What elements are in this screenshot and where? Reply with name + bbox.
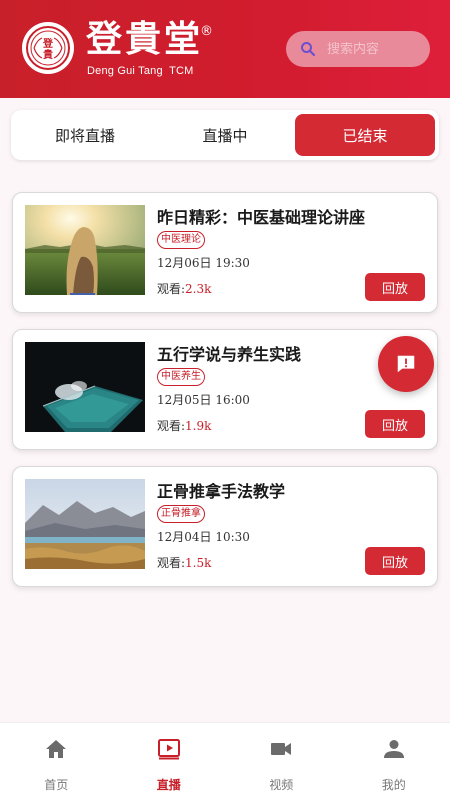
card-thumbnail[interactable] [25,205,145,295]
nav-video-label: 视频 [269,778,294,792]
card-title: 正骨推拿手法教学 [157,482,286,501]
nav-home-label: 首页 [44,778,69,792]
card-thumbnail[interactable] [25,479,145,569]
category-tag: 中医理论 [157,231,205,249]
replay-card[interactable]: 正骨推拿手法教学 正骨推拿 12月04日 10:30 观看:1.5k 回放 [12,466,438,587]
svg-text:登: 登 [42,37,54,50]
nav-home[interactable]: 首页 [0,723,113,800]
card-thumbnail[interactable] [25,342,145,432]
svg-text:貴: 貴 [43,48,53,61]
view-count: 观看:2.3k [157,280,211,297]
nav-profile[interactable]: 我的 [338,723,450,800]
live-status-tabs: 即将直播 直播中 已结束 [11,110,439,160]
app-root: 登 貴 登貴堂 ® Deng Gui Tang TCM 即将直播 直播中 已结束 [0,0,450,800]
view-count-value: 1.5k [185,556,212,570]
feedback-icon [397,355,415,373]
mountain-lake-photo [25,479,145,569]
broadcast-time: 12月05日 16:00 [157,393,250,407]
view-count-label: 观看: [157,282,186,296]
tab-live-now[interactable]: 直播中 [155,114,295,156]
card-title: 昨日精彩：中医基础理论讲座 [157,208,366,227]
live-play-icon [157,739,180,760]
search-box[interactable] [286,31,430,67]
replay-card[interactable]: 昨日精彩：中医基础理论讲座 中医理论 12月06日 19:30 观看:2.3k … [12,192,438,313]
view-count: 观看:1.5k [157,554,211,571]
replay-button[interactable]: 回放 [365,273,425,301]
logo-seal-icon: 登 貴 [30,30,66,66]
brand-english-name: Deng Gui Tang TCM [87,65,194,77]
search-icon [301,42,316,57]
brand-name: 登貴堂 [86,18,204,60]
app-header: 登 貴 登貴堂 ® Deng Gui Tang TCM [0,0,450,98]
nav-profile-label: 我的 [381,778,406,792]
nav-live-label: 直播 [156,778,181,792]
category-tag: 正骨推拿 [157,505,205,523]
feedback-fab[interactable] [378,336,434,392]
view-count-value: 1.9k [185,419,212,433]
search-input[interactable] [327,41,417,57]
view-count-label: 观看: [157,419,186,433]
category-tag: 中医养生 [157,368,205,386]
replay-button[interactable]: 回放 [365,547,425,575]
home-icon [46,740,67,758]
bottom-navigation: 首页 直播 视频 我的 [0,722,450,800]
nav-video[interactable]: 视频 [225,723,338,800]
replay-button[interactable]: 回放 [365,410,425,438]
replay-card[interactable]: 五行学说与养生实践 中医养生 12月05日 16:00 观看:1.9k 回放 [12,329,438,450]
video-camera-icon [271,743,292,755]
broadcast-time: 12月04日 10:30 [157,530,250,544]
sunset-field-photo [25,205,145,295]
tab-upcoming[interactable]: 即将直播 [15,114,155,156]
view-count-value: 2.3k [185,282,212,296]
registered-mark: ® [200,24,213,39]
view-count: 观看:1.9k [157,417,211,434]
brand-logo: 登 貴 [22,22,74,74]
tab-ended[interactable]: 已结束 [295,114,435,156]
ocean-pool-photo [25,342,145,432]
broadcast-time: 12月06日 19:30 [157,256,250,270]
view-count-label: 观看: [157,556,186,570]
card-title: 五行学说与养生实践 [157,345,302,364]
person-icon [383,740,404,758]
nav-live[interactable]: 直播 [113,723,226,800]
